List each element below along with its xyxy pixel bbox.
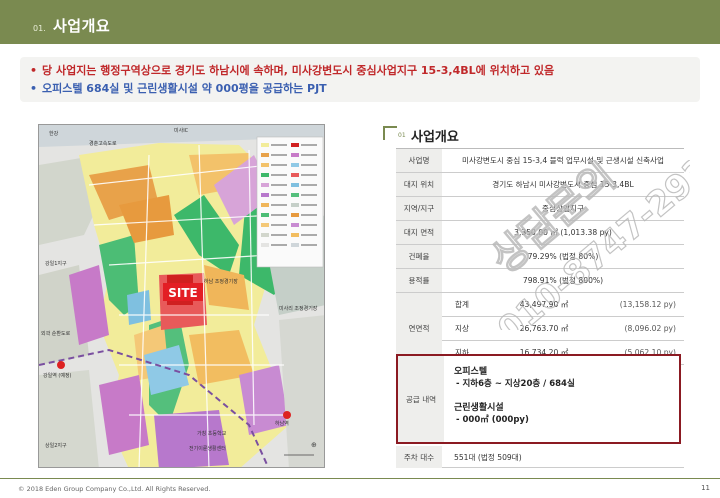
summary-text-supply: 오피스텔 684실 및 근린생활시설 약 000평을 공급하는 PJT xyxy=(42,82,327,95)
officetel-detail: - 지하6층 ~ 지상20층 / 684실 xyxy=(456,379,575,389)
table-row: 사업명 미사강변도시 중심 15-3,4 블럭 업무시설 및 근생시설 신축사업 xyxy=(396,148,684,173)
map-graphic: 한강 미사IC 경춘고속도로 강일1지구 외곽 순환도로 강일역 (예정) 상일… xyxy=(39,125,324,467)
map-label-hanam-station: 하남역 xyxy=(275,420,289,427)
floor-area-py: (13,158.12 py) xyxy=(578,292,684,317)
map-label-oegwak: 외곽 순환도로 xyxy=(41,330,71,337)
map-label-misaic: 미사IC xyxy=(174,127,189,134)
supply-box: 공급 내역 오피스텔 - 지하6층 ~ 지상20층 / 684실 근린생활시설 … xyxy=(396,354,681,444)
map-label-gangil1: 강일1지구 xyxy=(45,260,67,267)
map-label-misa-forest: 미사리 조정경기장 xyxy=(279,305,318,312)
table-row: 연면적 합계 43,497.90 ㎡ (13,158.12 py) xyxy=(396,292,684,365)
supply-key: 공급 내역 xyxy=(398,356,444,442)
floor-area-sqm: 26,763.70 ㎡ xyxy=(482,316,579,341)
section-number: 01. xyxy=(33,24,46,33)
row-key: 대지 위치 xyxy=(396,172,442,197)
floor-area-sub: 합계 xyxy=(442,292,482,317)
row-key: 건폐율 xyxy=(396,244,442,269)
floor-area-sub: 지상 xyxy=(442,316,482,341)
page-number: 11 xyxy=(701,484,710,492)
row-value: 798.91% (법정 800%) xyxy=(442,268,684,293)
north-arrow-icon: ⊕ xyxy=(311,441,317,449)
map-label-hangang: 한강 xyxy=(49,130,59,137)
footer-divider xyxy=(0,478,720,479)
row-key: 사업명 xyxy=(396,148,442,173)
map-label-market: 전기이륜생활센터 xyxy=(189,445,226,452)
summary-bullet-location: • 당 사업지는 행정구역상으로 경기도 하남시에 속하며, 미사강변도시 중심사… xyxy=(30,62,700,80)
summary-bullet-supply: • 오피스텔 684실 및 근린생활시설 약 000평을 공급하는 PJT xyxy=(30,80,700,98)
supply-content: 오피스텔 - 지하6층 ~ 지상20층 / 684실 근린생활시설 - 000㎡… xyxy=(454,366,575,426)
overview-title: 사업개요 xyxy=(411,130,459,145)
floor-area-py: (8,096.02 py) xyxy=(578,316,684,341)
site-location-map: 한강 미사IC 경춘고속도로 강일1지구 외곽 순환도로 강일역 (예정) 상일… xyxy=(38,124,325,468)
row-key: 용적률 xyxy=(396,268,442,293)
heading-box-label: 01 xyxy=(398,132,406,139)
map-label-school: 가칭 초등학교 xyxy=(197,430,227,437)
retail-detail: - 000㎡ (000py) xyxy=(456,415,529,425)
bullet-marker: • xyxy=(30,64,38,77)
map-label-gyeongchun: 경춘고속도로 xyxy=(89,140,117,147)
row-key: 대지 면적 xyxy=(396,220,442,245)
bullet-marker: • xyxy=(30,82,38,95)
row-value: 3,350.00 ㎡ (1,013.38 py) xyxy=(442,220,684,245)
parking-key: 주차 대수 xyxy=(396,446,442,468)
table-row: 용적률 798.91% (법정 800%) xyxy=(396,268,684,293)
map-label-sangil2: 상일2지구 xyxy=(45,442,67,449)
row-value: 경기도 하남시 미사강변도시 중심 15-3,4BL xyxy=(442,172,684,197)
row-key: 지역/지구 xyxy=(396,196,442,221)
map-label-jochang: 하남 조정경기장 xyxy=(204,278,238,285)
officetel-title: 오피스텔 xyxy=(454,367,488,377)
retail-title: 근린생활시설 xyxy=(454,403,504,413)
copyright-text: © 2018 Eden Group Company Co.,Ltd. All R… xyxy=(18,485,211,493)
page-title: 사업개요 xyxy=(53,17,111,35)
map-label-gangil-station: 강일역 (예정) xyxy=(43,372,72,379)
row-value: 중심상업지구 xyxy=(442,196,684,221)
summary-text-location: 당 사업지는 행정구역상으로 경기도 하남시에 속하며, 미사강변도시 중심사업… xyxy=(42,64,555,77)
row-value: 미사강변도시 중심 15-3,4 블럭 업무시설 및 근생시설 신축사업 xyxy=(442,148,684,173)
parking-value: 551대 (법정 509대) xyxy=(454,453,522,462)
table-row: 건폐율 79.29% (법정 80%) xyxy=(396,244,684,269)
summary-box: • 당 사업지는 행정구역상으로 경기도 하남시에 속하며, 미사강변도시 중심사… xyxy=(20,57,700,102)
parking-row: 주차 대수 551대 (법정 509대) xyxy=(396,446,684,468)
overview-section-heading: 01 사업개요 xyxy=(383,124,683,146)
table-row: 대지 위치 경기도 하남시 미사강변도시 중심 15-3,4BL xyxy=(396,172,684,197)
header-bar: 01. 사업개요 xyxy=(0,0,720,44)
floor-area-sqm: 43,497.90 ㎡ xyxy=(482,292,579,317)
heading-bracket-icon xyxy=(383,126,397,140)
table-row: 대지 면적 3,350.00 ㎡ (1,013.38 py) xyxy=(396,220,684,245)
table-row: 지역/지구 중심상업지구 xyxy=(396,196,684,221)
row-value: 79.29% (법정 80%) xyxy=(442,244,684,269)
overview-table: 사업명 미사강변도시 중심 15-3,4 블럭 업무시설 및 근생시설 신축사업… xyxy=(396,148,684,365)
site-marker-label: SITE xyxy=(168,286,198,300)
